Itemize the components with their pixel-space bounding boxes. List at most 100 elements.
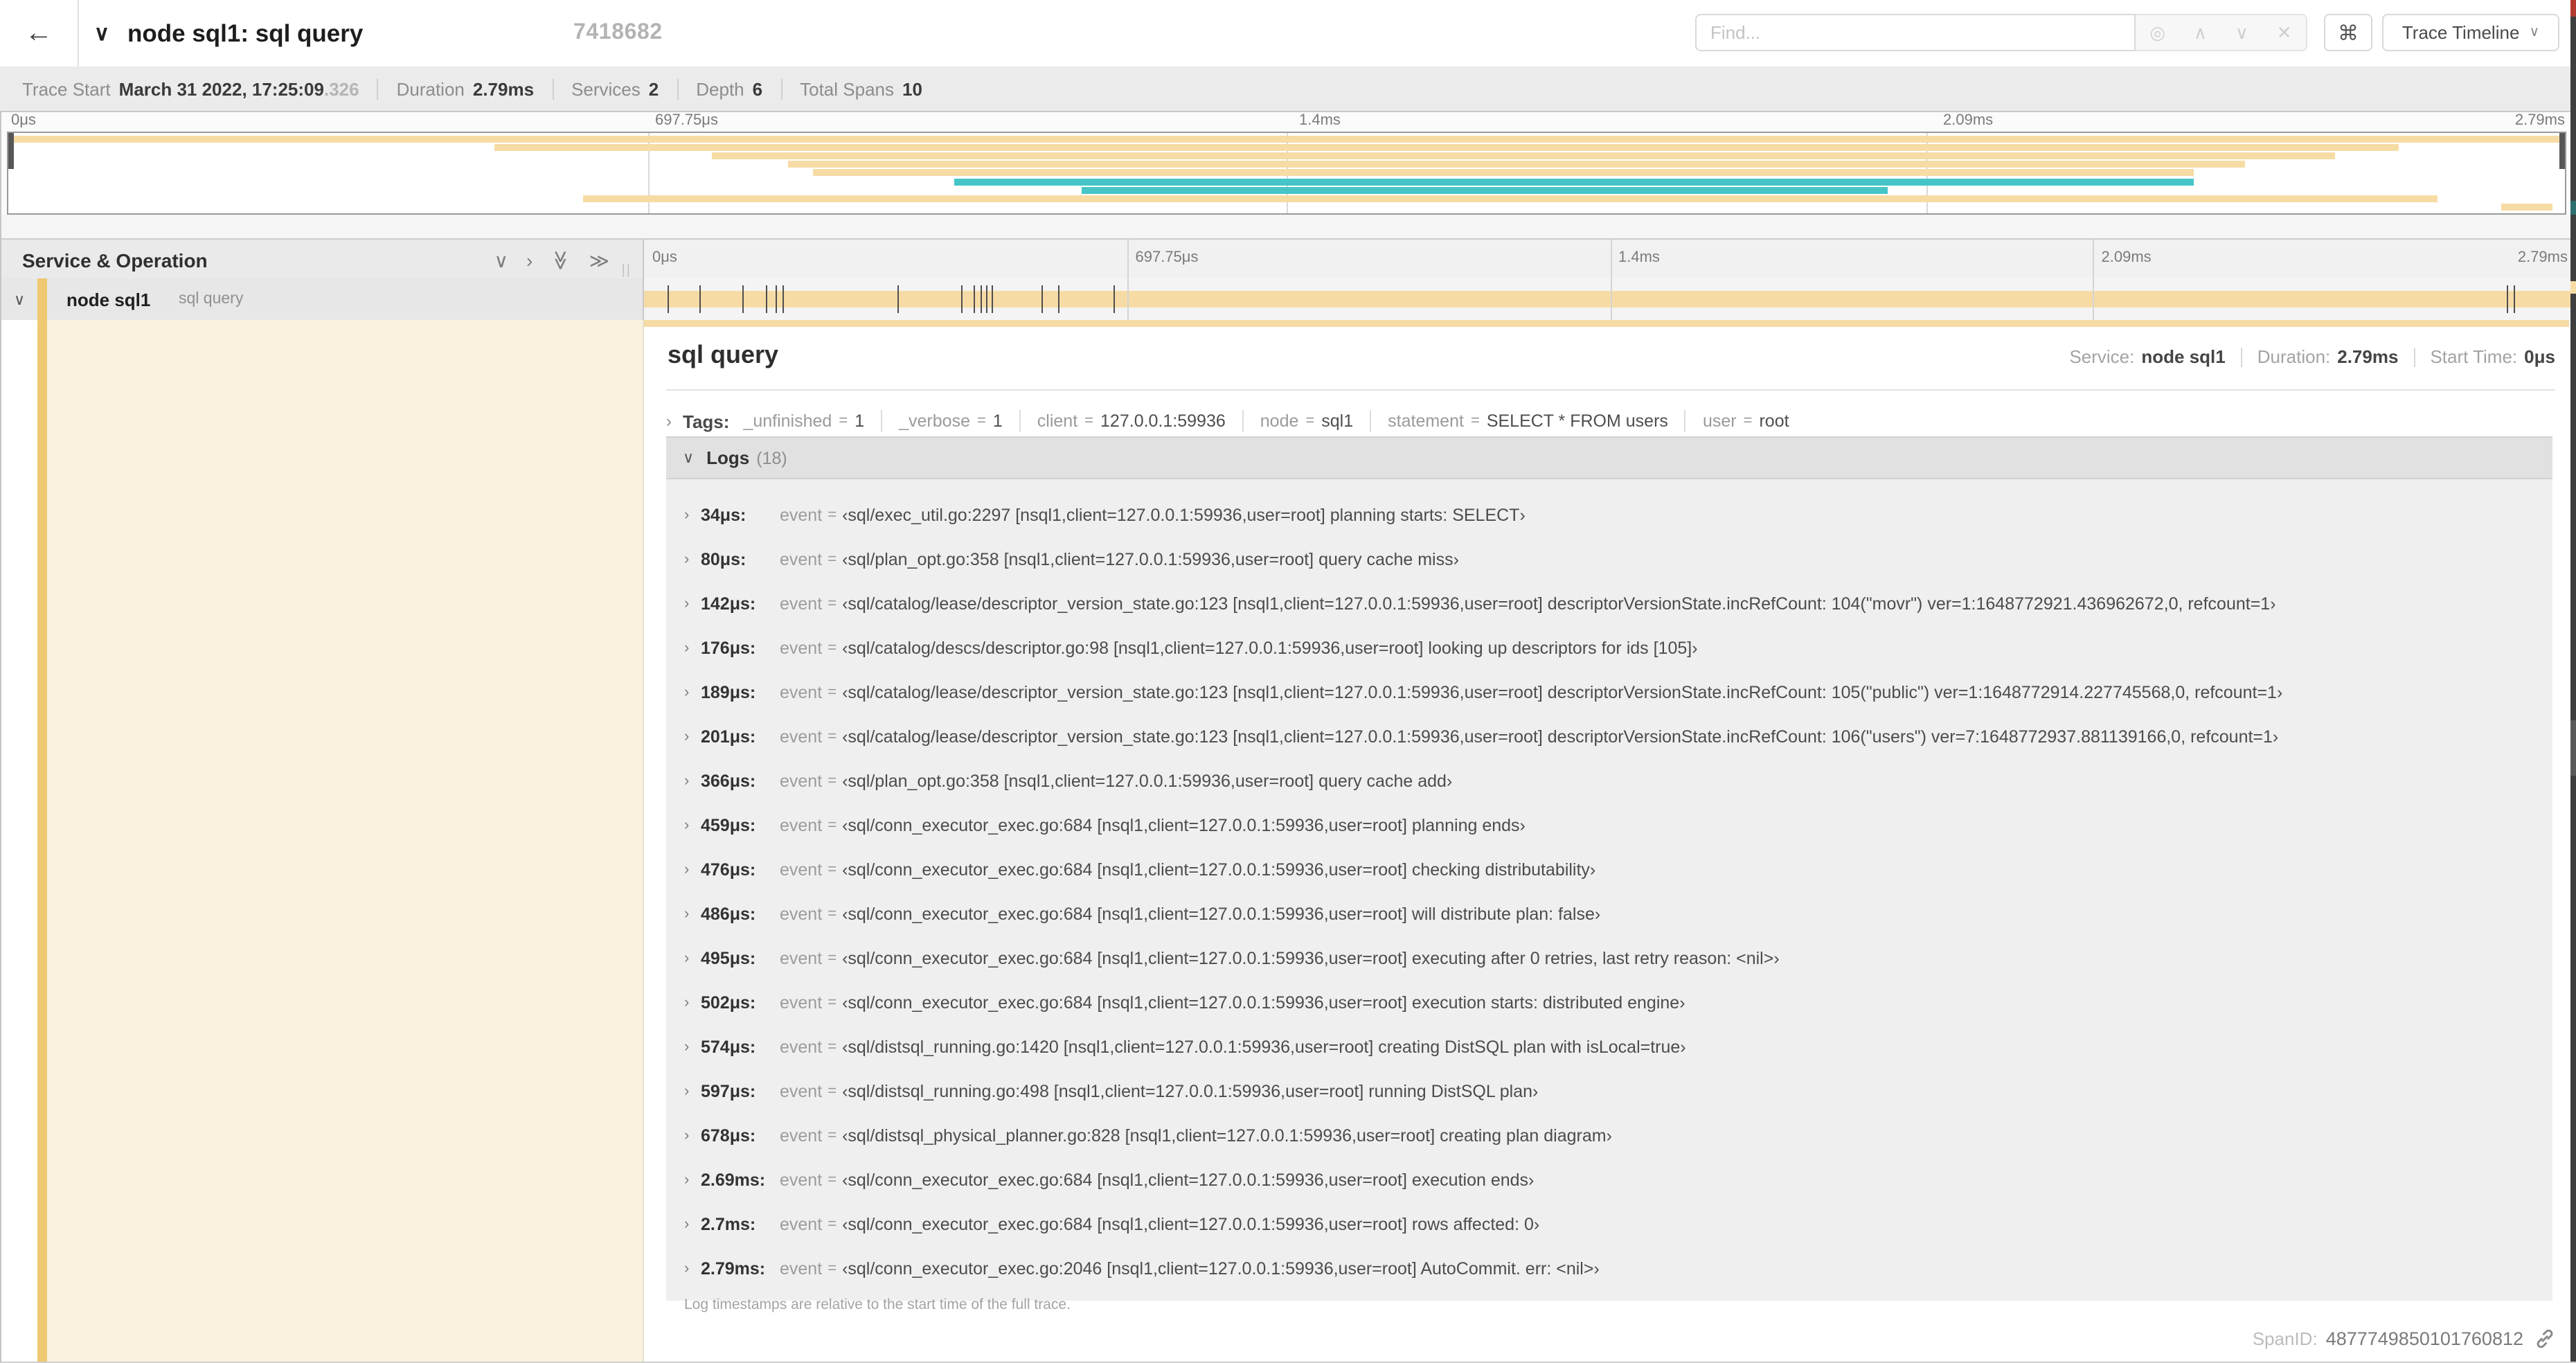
trace-collapse-chevron-icon[interactable]: ∨: [94, 0, 109, 66]
tag-item: _unfinished = 1: [743, 411, 864, 431]
span-collapse-chevron-icon[interactable]: ∨: [14, 278, 25, 320]
find-input[interactable]: [1695, 14, 2136, 51]
log-row[interactable]: › 34μs: event = ‹sql/exec_util.go:2297 [nsql…: [666, 493, 2552, 537]
equals-sign: =: [1305, 413, 1315, 429]
duration-label: Duration:: [2257, 346, 2331, 367]
span-row-name-cell[interactable]: ∨ node sql1 sql query: [0, 278, 644, 320]
log-marker: [668, 285, 670, 313]
log-timestamp: 574μs:: [701, 1037, 756, 1057]
span-detail-meta: Service: node sql1 Duration: 2.79ms Star…: [2069, 346, 2555, 367]
log-timestamp: 502μs:: [701, 993, 756, 1013]
span-row-timeline-cell[interactable]: [644, 278, 2576, 320]
timeline-gridline: [1127, 240, 1129, 280]
minimap-span-bar: [813, 169, 2194, 177]
log-timestamp: 366μs:: [701, 772, 756, 791]
span-row[interactable]: ∨ node sql1 sql query: [0, 278, 2576, 321]
log-row[interactable]: › 502μs: event = ‹sql/conn_executor_exec.go:…: [666, 981, 2552, 1025]
back-arrow-icon: ←: [25, 17, 53, 48]
log-row[interactable]: › 176μs: event = ‹sql/catalog/descs/descript…: [666, 626, 2552, 670]
chevron-down-icon[interactable]: ∨: [2235, 21, 2248, 44]
log-row[interactable]: › 486μs: event = ‹sql/conn_executor_exec.go:…: [666, 892, 2552, 936]
keyboard-shortcuts-button[interactable]: ⌘: [2324, 14, 2372, 51]
link-icon[interactable]: [2534, 1328, 2555, 1349]
equals-sign: =: [828, 1216, 837, 1233]
minimap-drag-handle-left[interactable]: [8, 133, 14, 169]
service-label: Service:: [2069, 346, 2135, 367]
chevron-right-icon: ›: [684, 950, 690, 967]
log-field-name: event: [780, 1126, 823, 1146]
log-marker: [782, 285, 785, 313]
top-header: ← ∨ node sql1: sql query 7418682 ◎∧∨✕ ⌘ …: [0, 0, 2576, 68]
log-message: ‹sql/conn_executor_exec.go:684 [nsql1,cl…: [842, 1215, 1540, 1234]
trace-view-select[interactable]: Trace Timeline ∨: [2382, 14, 2559, 51]
log-message: ‹sql/distsql_running.go:1420 [nsql1,clie…: [842, 1037, 1686, 1057]
log-field-name: event: [780, 1037, 823, 1057]
log-field-name: event: [780, 816, 823, 835]
tag-item: statement = SELECT * FROM users: [1388, 411, 1668, 431]
chevron-right-icon: ›: [684, 1039, 690, 1055]
log-marker: [992, 285, 994, 313]
timeline-gridline: [1610, 278, 1611, 320]
spanid-value: 4877749850101760812: [2325, 1328, 2523, 1349]
log-timestamp: 2.7ms:: [701, 1215, 756, 1234]
timeline-tick-label: 697.75μs: [1135, 249, 1199, 266]
log-field-name: event: [780, 727, 823, 747]
log-marker: [986, 285, 988, 313]
minimap-canvas[interactable]: [7, 132, 2566, 215]
equals-sign: =: [828, 596, 837, 612]
log-timestamp: 142μs:: [701, 594, 756, 614]
back-button[interactable]: ←: [0, 0, 79, 66]
log-row[interactable]: › 459μs: event = ‹sql/conn_executor_exec.go:…: [666, 803, 2552, 848]
divider: [2413, 347, 2415, 366]
logs-toggle-header[interactable]: ∨ Logs (18): [666, 436, 2552, 479]
minimap-tick-labels: 0μs 697.75μs 1.4ms 2.09ms 2.79ms: [0, 112, 2576, 132]
equals-sign: =: [828, 773, 837, 790]
log-row[interactable]: › 80μs: event = ‹sql/plan_opt.go:358 [nsql1,…: [666, 537, 2552, 582]
service-operation-header: Service & Operation ∨ › ≫ ≫ ||: [0, 240, 644, 280]
chevron-up-icon[interactable]: ∧: [2194, 21, 2207, 44]
log-row[interactable]: › 495μs: event = ‹sql/conn_executor_exec.go:…: [666, 936, 2552, 981]
page-title: node sql1: sql query: [127, 19, 364, 46]
tags-toggle-row[interactable]: › Tags: _unfinished = 1 _verbose = 1 client = 12…: [666, 403, 2550, 439]
timeline-tick-label: 1.4ms: [1618, 249, 1660, 266]
log-row[interactable]: › 597μs: event = ‹sql/distsql_running.go:498…: [666, 1069, 2552, 1114]
equals-sign: =: [828, 950, 837, 967]
expand-one-icon[interactable]: ›: [526, 250, 533, 269]
command-icon: ⌘: [2338, 21, 2359, 45]
log-row[interactable]: › 678μs: event = ‹sql/distsql_physical_plann…: [666, 1114, 2552, 1158]
service-operation-label: Service & Operation: [22, 249, 208, 271]
equals-sign: =: [1743, 413, 1753, 429]
log-timestamp: 486μs:: [701, 905, 756, 924]
tag-item: _verbose = 1: [899, 411, 1003, 431]
chevron-right-icon: ›: [684, 1260, 690, 1277]
log-row[interactable]: › 2.69ms: event = ‹sql/conn_executor_exec.go…: [666, 1158, 2552, 1202]
log-message: ‹sql/conn_executor_exec.go:2046 [nsql1,c…: [842, 1259, 1600, 1279]
equals-sign: =: [828, 1172, 837, 1188]
divider: [881, 410, 883, 432]
log-message: ‹sql/catalog/lease/descriptor_version_st…: [842, 727, 2279, 747]
equals-sign: =: [828, 640, 837, 657]
scope-target-icon[interactable]: ◎: [2149, 21, 2165, 44]
divider: [666, 389, 2555, 391]
find-controls: ◎ ∧ ∨ ✕: [2136, 14, 2307, 51]
spacer: [0, 320, 37, 1363]
equals-sign: =: [828, 729, 837, 745]
collapse-one-icon[interactable]: ∨: [494, 250, 509, 269]
clear-x-icon[interactable]: ✕: [2277, 21, 2292, 44]
log-row[interactable]: › 476μs: event = ‹sql/conn_executor_exec.go:…: [666, 848, 2552, 892]
log-row[interactable]: › 2.79ms: event = ‹sql/conn_executor_exec.go…: [666, 1247, 2552, 1291]
log-row[interactable]: › 189μs: event = ‹sql/catalog/lease/descript…: [666, 670, 2552, 715]
column-resizer-handle[interactable]: ||: [622, 263, 632, 278]
minimap-drag-handle-right[interactable]: [2559, 133, 2565, 169]
expand-all-icon[interactable]: ≫: [589, 250, 609, 269]
log-timestamp: 476μs:: [701, 860, 756, 880]
collapse-all-icon[interactable]: ≫: [550, 249, 572, 269]
log-row[interactable]: › 142μs: event = ‹sql/catalog/lease/descript…: [666, 582, 2552, 626]
minimap-tick-label: 697.75μs: [655, 112, 718, 129]
log-message: ‹sql/conn_executor_exec.go:684 [nsql1,cl…: [842, 949, 1780, 968]
log-row[interactable]: › 201μs: event = ‹sql/catalog/lease/descript…: [666, 715, 2552, 759]
log-row[interactable]: › 366μs: event = ‹sql/plan_opt.go:358 [nsql1…: [666, 759, 2552, 803]
log-row[interactable]: › 574μs: event = ‹sql/distsql_running.go:142…: [666, 1025, 2552, 1069]
log-row[interactable]: › 2.7ms: event = ‹sql/conn_executor_exec.go:…: [666, 1202, 2552, 1247]
log-message: ‹sql/conn_executor_exec.go:684 [nsql1,cl…: [842, 993, 1685, 1013]
